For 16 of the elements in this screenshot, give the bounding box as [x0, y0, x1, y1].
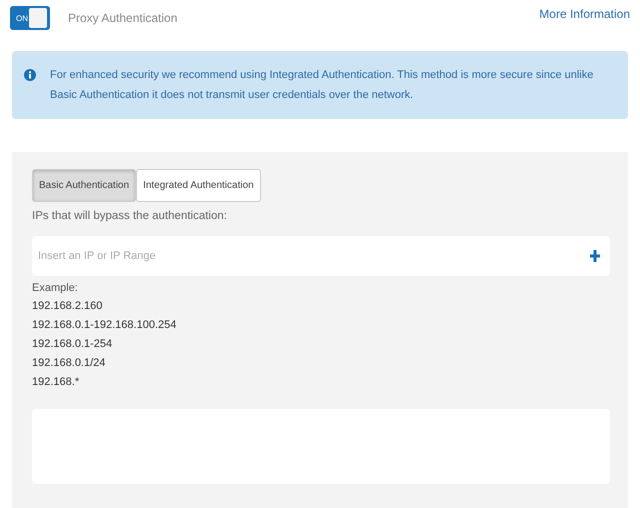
bypass-label: IPs that will bypass the authentication: [32, 210, 228, 222]
example-ip: 192.168.* [32, 375, 80, 389]
example-label: Example: [32, 282, 79, 294]
example-ip: 192.168.0.1/24 [32, 356, 106, 370]
toggle-switch[interactable]: ON [10, 6, 50, 30]
info-message: For enhanced security we recommend using Integrated Authentication. This method is more secure since unlike Basic Authentication it does not transmit user credentials over the network. [50, 68, 594, 103]
example-ip: 192.168.2.160 [32, 299, 104, 313]
add-icon[interactable] [590, 250, 600, 262]
more-information-link[interactable]: More Information [539, 7, 630, 21]
info-icon [24, 69, 36, 81]
example-ip: 192.168.0.1-192.168.100.254 [32, 318, 178, 332]
example-ip: 192.168.0.1-254 [32, 337, 114, 351]
section-title: Proxy Authentication [68, 11, 178, 25]
auth-tab[interactable]: Integrated Authentication [136, 169, 261, 202]
ip-input-field[interactable]: Insert an IP or IP Range [32, 236, 610, 276]
auth-tab[interactable]: Basic Authentication [32, 169, 136, 202]
